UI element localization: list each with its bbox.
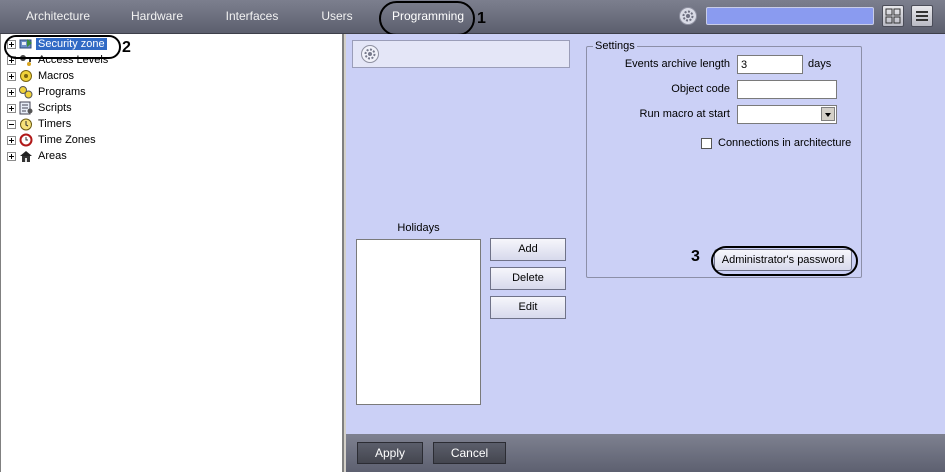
administrator-password-button[interactable]: Administrator's password — [714, 249, 852, 271]
add-holiday-button[interactable]: Add — [490, 238, 566, 261]
tree-item-macros[interactable]: Macros — [7, 68, 76, 84]
tab-hardware[interactable]: Hardware — [122, 0, 192, 33]
tree-item-label: Security zone — [36, 38, 107, 51]
callout-number-3: 3 — [691, 248, 700, 265]
expand-icon[interactable] — [7, 135, 16, 145]
edit-holiday-button[interactable]: Edit — [490, 296, 566, 319]
expand-icon[interactable] — [7, 103, 16, 113]
timers-icon — [18, 117, 34, 131]
tab-architecture[interactable]: Architecture — [18, 0, 98, 33]
tree-item-label: Timers — [38, 118, 72, 131]
tab-interfaces[interactable]: Interfaces — [218, 0, 286, 33]
tab-users[interactable]: Users — [312, 0, 362, 33]
events-archive-label: Events archive length — [624, 58, 730, 70]
tree-item-security-zone[interactable]: Security zone — [7, 36, 107, 52]
settings-legend: Settings — [593, 40, 637, 52]
tree-item-access-levels[interactable]: Access Levels — [7, 52, 110, 68]
apply-button[interactable]: Apply — [357, 442, 423, 464]
connections-label: Connections in architecture — [718, 137, 852, 149]
tree-item-time-zones[interactable]: Time Zones — [7, 132, 98, 148]
events-archive-input[interactable] — [737, 55, 803, 74]
object-code-label: Object code — [671, 83, 730, 95]
layout-grid-icon[interactable] — [882, 5, 904, 27]
holidays-list[interactable] — [356, 239, 481, 405]
cancel-button[interactable]: Cancel — [433, 442, 506, 464]
areas-icon — [18, 149, 34, 163]
expand-icon[interactable] — [7, 87, 16, 97]
tree-item-label: Programs — [38, 86, 86, 99]
chevron-down-icon[interactable] — [821, 107, 835, 121]
delete-holiday-button[interactable]: Delete — [490, 267, 566, 290]
callout-number-1: 1 — [477, 10, 486, 27]
object-code-input[interactable] — [737, 80, 837, 99]
scripts-icon — [18, 101, 34, 115]
search-input[interactable] — [706, 7, 874, 25]
expand-icon[interactable] — [7, 39, 16, 49]
tree-item-label: Time Zones — [38, 134, 96, 147]
tree-item-label: Scripts — [38, 102, 72, 115]
top-toolbar: Architecture Hardware Interfaces Users P… — [0, 0, 945, 34]
menu-icon[interactable] — [911, 5, 933, 27]
tree-item-label: Areas — [38, 150, 67, 163]
tree-item-timers[interactable]: Timers — [7, 116, 73, 132]
tree-item-scripts[interactable]: Scripts — [7, 100, 74, 116]
tab-programming[interactable]: Programming — [386, 0, 470, 33]
access-levels-icon — [18, 53, 34, 67]
object-header-bar — [352, 40, 570, 68]
programs-icon — [18, 85, 34, 99]
run-macro-label: Run macro at start — [639, 108, 730, 120]
object-tree: Security zone Access Levels Macros Progr… — [0, 34, 344, 472]
expand-icon[interactable] — [7, 55, 16, 65]
tree-item-label: Macros — [38, 70, 75, 83]
gear-icon[interactable] — [678, 6, 698, 26]
collapse-icon[interactable] — [7, 119, 16, 129]
tree-item-areas[interactable]: Areas — [7, 148, 69, 164]
object-gear-icon — [360, 44, 380, 67]
holidays-title: Holidays — [397, 222, 440, 234]
tree-item-label: Access Levels — [38, 54, 109, 67]
days-label: days — [808, 58, 832, 70]
callout-number-2: 2 — [122, 39, 131, 56]
connections-checkbox[interactable] — [701, 138, 712, 149]
security-zone-icon — [18, 37, 34, 51]
expand-icon[interactable] — [7, 151, 16, 161]
run-macro-select[interactable] — [737, 105, 837, 124]
macros-icon — [18, 69, 34, 83]
expand-icon[interactable] — [7, 71, 16, 81]
time-zones-icon — [18, 133, 34, 147]
tree-item-programs[interactable]: Programs — [7, 84, 88, 100]
